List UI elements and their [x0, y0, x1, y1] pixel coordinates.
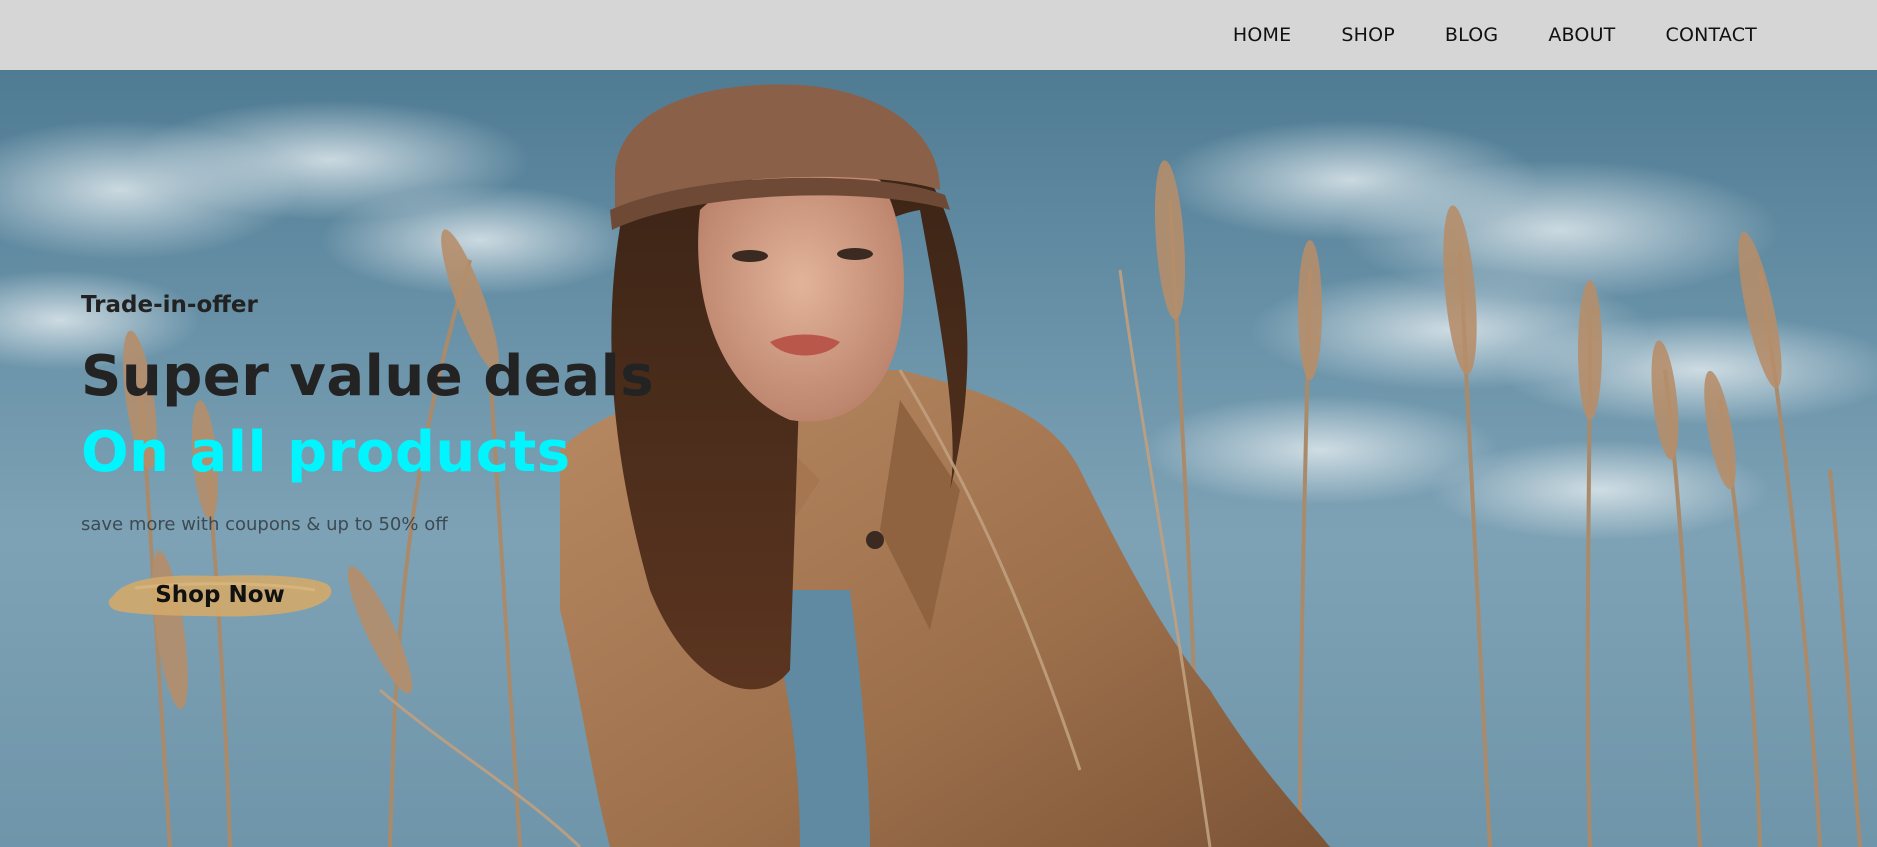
- shop-now-label: Shop Now: [155, 582, 285, 608]
- hero-headline: Super value deals: [81, 344, 655, 409]
- top-navigation: HOME SHOP BLOG ABOUT CONTACT: [0, 0, 1877, 70]
- shop-now-button[interactable]: Shop Now: [105, 566, 335, 624]
- nav-link-blog[interactable]: BLOG: [1445, 24, 1498, 46]
- hero-banner: Trade-in-offer Super value deals On all …: [0, 70, 1877, 847]
- nav-links: HOME SHOP BLOG ABOUT CONTACT: [1183, 24, 1757, 46]
- hero-headline-accent: On all products: [81, 420, 571, 485]
- nav-link-contact[interactable]: CONTACT: [1665, 24, 1757, 46]
- nav-link-shop[interactable]: SHOP: [1341, 24, 1395, 46]
- nav-link-about[interactable]: ABOUT: [1548, 24, 1615, 46]
- hero-eyebrow: Trade-in-offer: [81, 292, 258, 318]
- hero-subtext: save more with coupons & up to 50% off: [81, 514, 448, 535]
- nav-link-home[interactable]: HOME: [1233, 24, 1291, 46]
